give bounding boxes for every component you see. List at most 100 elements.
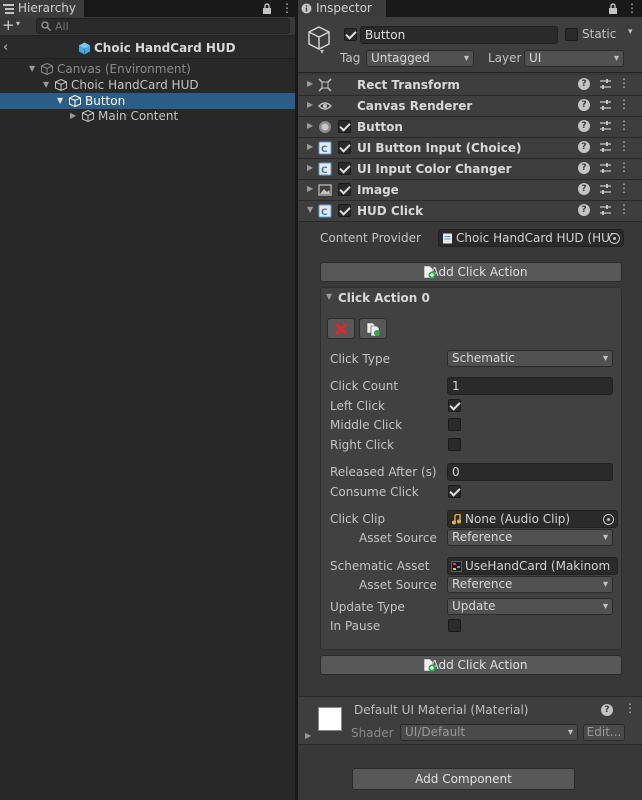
in-pause-checkbox[interactable] [448,619,461,632]
object-picker-icon[interactable] [609,233,620,244]
preset-sliders-icon[interactable] [599,204,612,217]
preset-sliders-icon[interactable] [599,120,612,133]
hierarchy-search[interactable] [36,18,290,34]
component-image[interactable]: ▶ Image ? ⋮ [298,180,642,201]
released-after-field[interactable]: 0 [447,463,613,481]
help-icon[interactable]: ? [578,78,590,90]
tab-inspector[interactable]: Inspector [298,0,386,17]
collapse-arrow-icon[interactable]: ▼ [307,205,313,214]
expand-arrow-icon[interactable]: ▶ [305,731,311,740]
component-enabled-checkbox[interactable] [338,204,351,217]
expand-arrow-icon[interactable]: ▼ [43,77,49,93]
help-icon[interactable]: ? [578,162,590,174]
preset-sliders-icon[interactable] [599,99,612,112]
component-ui-input-color-changer[interactable]: ▶ C UI Input Color Changer ? ⋮ [298,159,642,180]
component-hud-click[interactable]: ▼ C HUD Click ? ⋮ [298,201,642,222]
component-menu-icon[interactable]: ⋮ [618,202,630,216]
component-menu-icon[interactable]: ⋮ [618,76,630,90]
create-plus-icon[interactable]: + [2,16,15,34]
component-enabled-checkbox[interactable] [338,141,351,154]
click-type-dropdown[interactable]: Schematic [447,350,613,367]
asset-source-dropdown[interactable]: Reference [447,529,613,546]
component-menu-icon[interactable]: ⋮ [618,139,630,153]
back-arrow-icon[interactable]: ‹ [3,40,8,55]
component-menu-icon[interactable]: ⋮ [618,181,630,195]
collapse-arrow-icon[interactable]: ▶ [70,108,76,124]
add-click-action-button[interactable]: Add Click Action [320,262,622,282]
component-name: Canvas Renderer [357,99,473,113]
material-menu-icon[interactable]: ⋮ [624,701,636,715]
component-enabled-checkbox[interactable] [338,120,351,133]
help-icon[interactable]: ? [578,183,590,195]
more-options-icon[interactable]: ⋮ [626,0,638,17]
expand-arrow-icon[interactable]: ▶ [307,184,313,193]
create-dropdown-arrow-icon[interactable]: ▾ [16,19,20,28]
hierarchy-search-input[interactable] [55,19,275,33]
expand-arrow-icon[interactable]: ▼ [57,93,63,109]
schematic-asset-field[interactable]: UseHandCard (Makinom [447,557,618,575]
copy-action-button[interactable] [359,318,387,339]
component-menu-icon[interactable]: ⋮ [618,118,630,132]
help-icon[interactable]: ? [578,99,590,111]
component-canvas-renderer[interactable]: ▶ Canvas Renderer ? ⋮ [298,96,642,117]
svg-text:C: C [321,166,328,176]
update-type-dropdown[interactable]: Update [447,598,613,615]
layer-dropdown[interactable]: UI [524,50,624,67]
tree-item-canvas[interactable]: ▼ Canvas (Environment) [0,61,295,77]
help-icon[interactable]: ? [578,204,590,216]
expand-arrow-icon[interactable]: ▶ [307,79,313,88]
asset-source-2-dropdown[interactable]: Reference [447,576,613,593]
tag-dropdown[interactable]: Untagged [366,50,474,67]
tree-item-main-content[interactable]: ▶ Main Content [0,108,295,124]
click-clip-field[interactable]: None (Audio Clip) [447,510,618,528]
component-enabled-checkbox[interactable] [338,162,351,175]
consume-click-checkbox[interactable] [448,485,461,498]
add-component-button[interactable]: Add Component [352,768,575,790]
right-click-checkbox[interactable] [448,438,461,451]
gameobject-cube-icon [82,110,94,122]
expand-arrow-icon[interactable]: ▶ [307,163,313,172]
consume-click-label: Consume Click [330,485,419,499]
component-button[interactable]: ▶ Button ? ⋮ [298,117,642,138]
help-icon[interactable]: ? [578,141,590,153]
help-icon[interactable]: ? [578,120,590,132]
content-provider-field[interactable]: Choic HandCard HUD (HUD [438,229,624,247]
add-document-icon [423,658,436,672]
preset-sliders-icon[interactable] [599,183,612,196]
object-name-field[interactable]: Button [360,26,558,44]
remove-action-button[interactable] [327,318,355,339]
expand-arrow-icon[interactable]: ▶ [307,121,313,130]
component-ui-button-input[interactable]: ▶ C UI Button Input (Choice) ? ⋮ [298,138,642,159]
expand-arrow-icon[interactable]: ▶ [307,100,313,109]
edit-shader-button[interactable]: Edit... [583,724,625,741]
component-menu-icon[interactable]: ⋮ [618,160,630,174]
static-checkbox[interactable] [565,28,578,41]
collapse-arrow-icon[interactable]: ▼ [326,292,332,301]
expand-arrow-icon[interactable]: ▶ [307,142,313,151]
preset-sliders-icon[interactable] [599,78,612,91]
lock-icon[interactable] [262,3,272,14]
static-dropdown-arrow-icon[interactable]: ▾ [628,27,633,37]
tree-item-handcard-hud[interactable]: ▼ Choic HandCard HUD [0,77,295,93]
inspector-tabbar: Inspector ⋮ [298,0,642,17]
component-rect-transform[interactable]: ▶ Rect Transform ? ⋮ [298,75,642,96]
shader-dropdown[interactable]: UI/Default [400,724,578,741]
active-checkbox[interactable] [344,28,357,41]
object-picker-icon[interactable] [603,514,614,525]
help-icon[interactable]: ? [601,704,613,716]
middle-click-checkbox[interactable] [448,418,461,431]
svg-text:C: C [321,208,328,218]
component-enabled-checkbox[interactable] [338,183,351,196]
expand-arrow-icon[interactable]: ▼ [29,61,35,77]
icon-dropdown-arrow-icon[interactable]: ▾ [320,47,324,56]
tab-hierarchy[interactable]: Hierarchy [0,0,84,17]
add-click-action-bottom-button[interactable]: Add Click Action [320,655,622,675]
left-click-checkbox[interactable] [448,399,461,412]
tree-item-button[interactable]: ▼ Button [0,93,295,109]
preset-sliders-icon[interactable] [599,141,612,154]
component-menu-icon[interactable]: ⋮ [618,97,630,111]
preset-sliders-icon[interactable] [599,162,612,175]
click-count-field[interactable]: 1 [447,377,613,395]
more-options-icon[interactable]: ⋮ [281,0,293,17]
lock-icon[interactable] [608,3,618,14]
